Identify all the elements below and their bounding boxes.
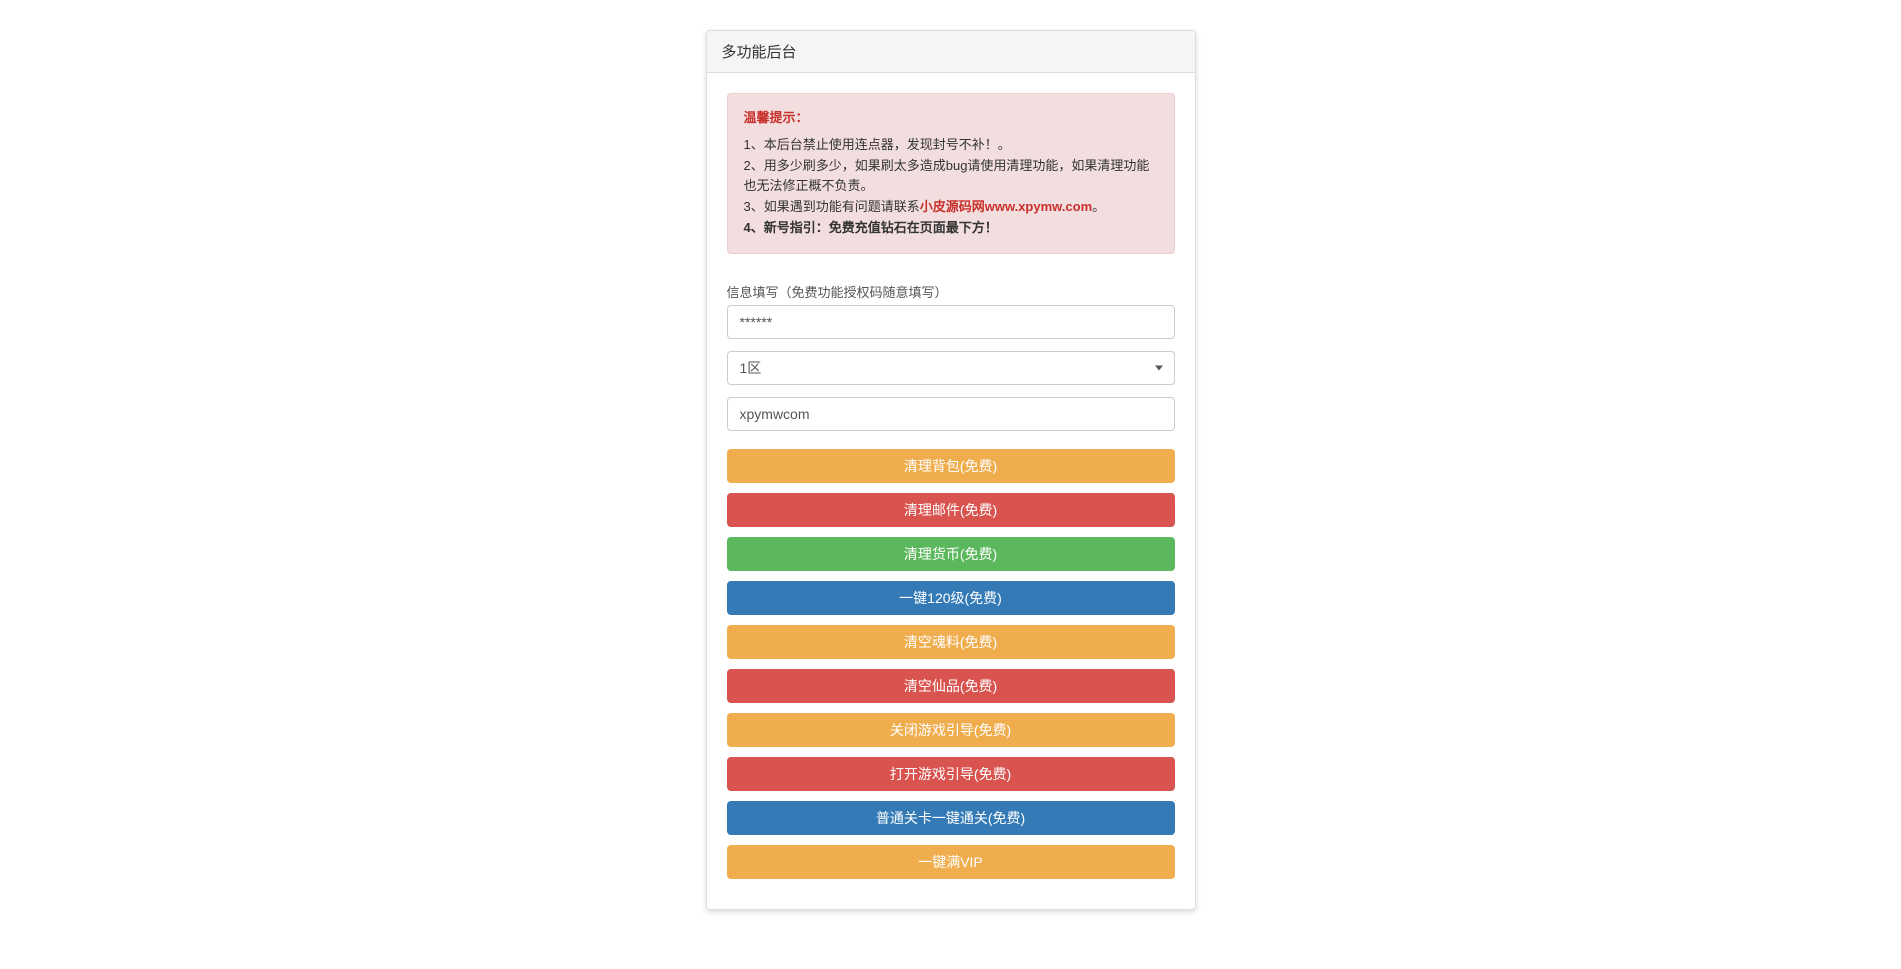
action-button-0[interactable]: 清理背包(免费) bbox=[727, 449, 1175, 483]
admin-panel: 多功能后台 温馨提示： 1、本后台禁止使用连点器，发现封号不补！。 2、用多少刷… bbox=[706, 30, 1196, 910]
region-select-wrap: 1区 bbox=[727, 351, 1175, 385]
form-label: 信息填写（免费功能授权码随意填写） bbox=[727, 282, 1175, 301]
auth-code-input[interactable] bbox=[727, 305, 1175, 339]
notice-line-4: 4、新号指引：免费充值钻石在页面最下方！ bbox=[744, 218, 1158, 239]
action-button-6[interactable]: 关闭游戏引导(免费) bbox=[727, 713, 1175, 747]
panel-title: 多功能后台 bbox=[707, 31, 1195, 73]
action-button-5[interactable]: 清空仙品(免费) bbox=[727, 669, 1175, 703]
action-button-3[interactable]: 一键120级(免费) bbox=[727, 581, 1175, 615]
username-input[interactable] bbox=[727, 397, 1175, 431]
notice-box: 温馨提示： 1、本后台禁止使用连点器，发现封号不补！。 2、用多少刷多少，如果刷… bbox=[727, 93, 1175, 254]
notice-line-2: 2、用多少刷多少，如果刷太多造成bug请使用清理功能，如果清理功能也无法修正概不… bbox=[744, 156, 1158, 198]
notice-line-3-suffix: 。 bbox=[1092, 199, 1105, 214]
action-button-9[interactable]: 一键满VIP bbox=[727, 845, 1175, 879]
panel-body: 温馨提示： 1、本后台禁止使用连点器，发现封号不补！。 2、用多少刷多少，如果刷… bbox=[707, 73, 1195, 909]
region-select[interactable]: 1区 bbox=[727, 351, 1175, 385]
notice-line-3-prefix: 3、如果遇到功能有问题请联系 bbox=[744, 199, 920, 214]
action-button-2[interactable]: 清理货币(免费) bbox=[727, 537, 1175, 571]
contact-link[interactable]: 小皮源码网www.xpymw.com bbox=[920, 199, 1092, 214]
action-buttons: 清理背包(免费) 清理邮件(免费) 清理货币(免费) 一键120级(免费) 清空魂料(免… bbox=[727, 449, 1175, 879]
action-button-1[interactable]: 清理邮件(免费) bbox=[727, 493, 1175, 527]
notice-line-1: 1、本后台禁止使用连点器，发现封号不补！。 bbox=[744, 135, 1158, 156]
notice-title: 温馨提示： bbox=[744, 108, 1158, 129]
action-button-8[interactable]: 普通关卡一键通关(免费) bbox=[727, 801, 1175, 835]
action-button-4[interactable]: 清空魂料(免费) bbox=[727, 625, 1175, 659]
notice-line-3: 3、如果遇到功能有问题请联系小皮源码网www.xpymw.com。 bbox=[744, 197, 1158, 218]
action-button-7[interactable]: 打开游戏引导(免费) bbox=[727, 757, 1175, 791]
